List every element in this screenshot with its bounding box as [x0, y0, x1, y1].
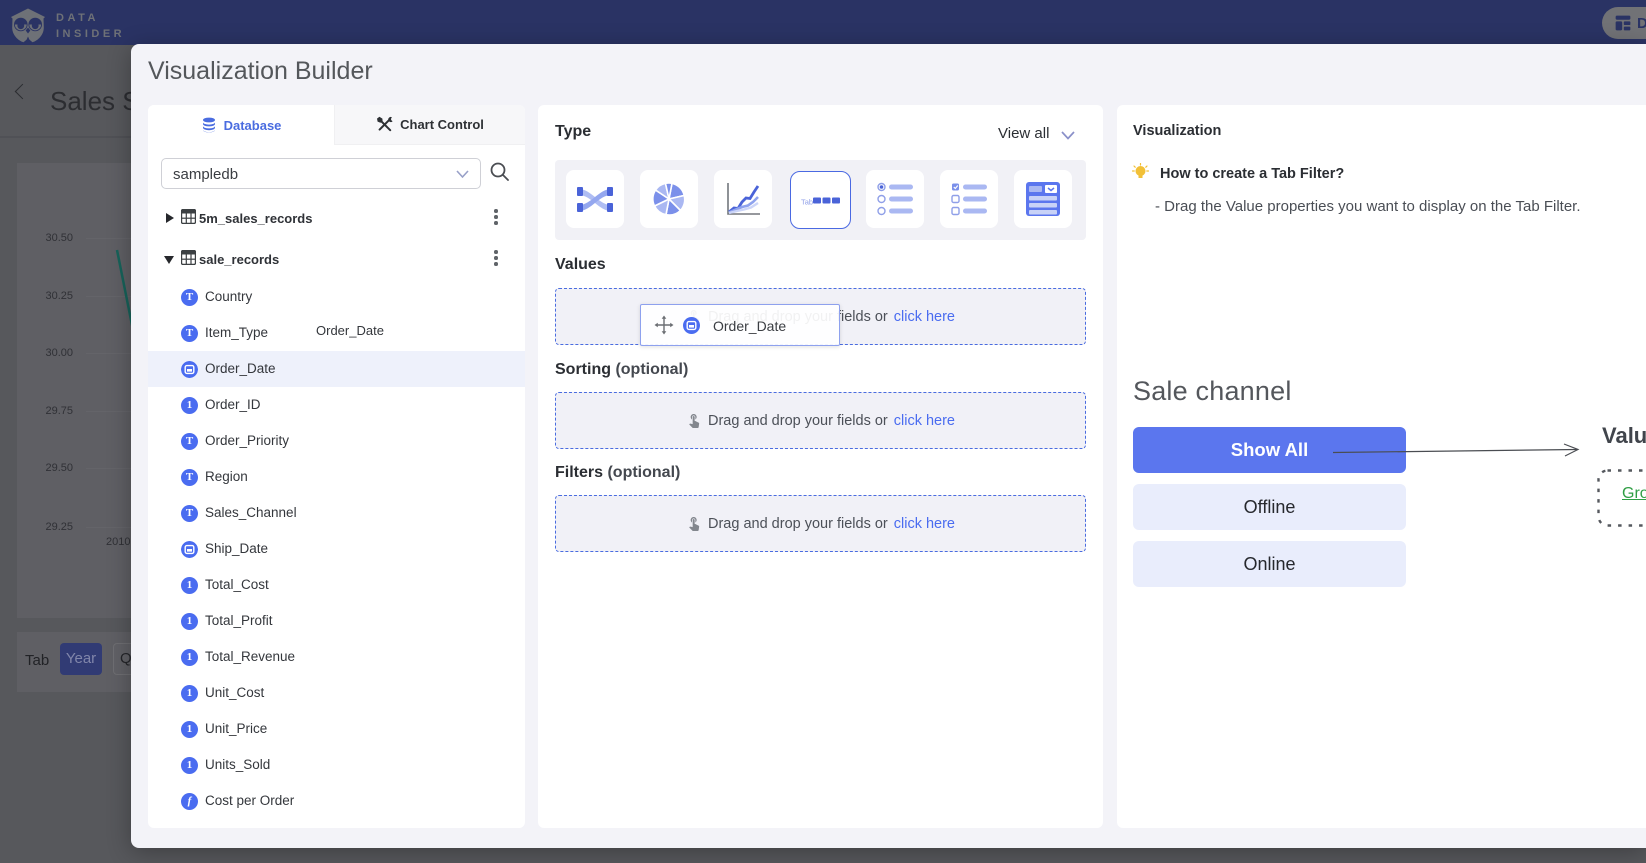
svg-text:Tab: Tab	[801, 198, 813, 207]
